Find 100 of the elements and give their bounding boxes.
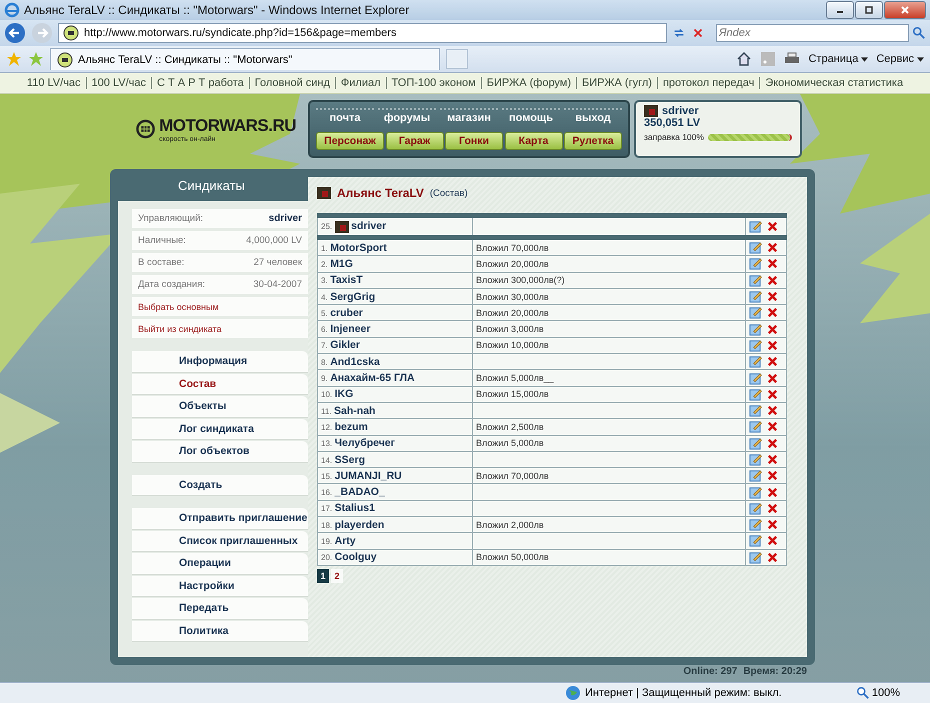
delete-icon[interactable] — [766, 420, 779, 434]
menu-item[interactable]: Лог объектов — [132, 441, 308, 462]
user-name[interactable]: sdriver — [662, 105, 699, 117]
home-icon[interactable] — [736, 51, 752, 67]
edit-icon[interactable] — [749, 241, 762, 254]
top-link[interactable]: протокол передач — [656, 77, 760, 89]
menu-item[interactable]: Политика — [132, 620, 308, 641]
edit-icon[interactable] — [749, 534, 762, 548]
edit-icon[interactable] — [749, 355, 762, 368]
edit-icon[interactable] — [749, 220, 762, 233]
nav-link[interactable]: форумы — [378, 108, 436, 124]
table-cell: 3. TaxisT — [318, 272, 472, 288]
delete-icon[interactable] — [766, 355, 779, 368]
command-menu[interactable]: Страница — [808, 53, 868, 65]
delete-icon[interactable] — [766, 550, 779, 564]
close-icon — [900, 5, 910, 15]
nav-link[interactable]: почта — [316, 108, 374, 124]
info-label: Наличные: — [138, 235, 186, 246]
maximize-button[interactable] — [855, 1, 883, 19]
delete-icon[interactable] — [766, 502, 779, 515]
delete-icon[interactable] — [766, 388, 779, 401]
delete-icon[interactable] — [766, 257, 779, 270]
top-link[interactable]: БИРЖА (гугл) — [576, 77, 657, 89]
refresh-icon[interactable] — [672, 26, 686, 40]
edit-icon[interactable] — [749, 322, 762, 336]
top-link[interactable]: Головной синд — [248, 77, 335, 89]
edit-icon[interactable] — [749, 372, 762, 385]
delete-icon[interactable] — [766, 338, 779, 352]
menu-item[interactable]: Объекты — [132, 396, 308, 416]
menu-item[interactable]: Операции — [132, 553, 308, 574]
menu-item[interactable]: Состав — [132, 374, 308, 394]
nav-button[interactable]: Гараж — [386, 132, 444, 150]
delete-icon[interactable] — [766, 290, 779, 304]
minimize-button[interactable] — [826, 1, 854, 19]
edit-icon[interactable] — [749, 469, 762, 482]
menu-item[interactable]: Отправить приглашение — [132, 508, 308, 528]
nav-button[interactable]: Персонаж — [316, 132, 384, 150]
table-cell: Вложил 5,000лв — [472, 435, 746, 452]
top-link[interactable]: Филиал — [334, 77, 386, 89]
edit-icon[interactable] — [749, 436, 762, 450]
zoom-level[interactable]: 100% — [872, 687, 900, 699]
nav-button[interactable]: Рулетка — [564, 132, 622, 150]
edit-icon[interactable] — [749, 420, 762, 434]
top-link[interactable]: С Т А Р Т работа — [151, 77, 249, 89]
edit-icon[interactable] — [749, 274, 762, 287]
menu-item[interactable]: Информация — [132, 351, 308, 372]
zoom-icon[interactable] — [856, 686, 870, 700]
menu-item[interactable]: Список приглашенных — [132, 530, 308, 551]
nav-button[interactable]: Карта — [504, 132, 562, 150]
nav-link[interactable]: магазин — [440, 108, 498, 124]
delete-icon[interactable] — [766, 322, 779, 336]
top-link[interactable]: ТОП-100 эконом — [386, 77, 481, 89]
delete-icon[interactable] — [766, 404, 779, 418]
back-icon[interactable] — [4, 22, 26, 44]
edit-icon[interactable] — [749, 338, 762, 352]
close-button[interactable] — [884, 1, 926, 19]
delete-icon[interactable] — [766, 534, 779, 548]
top-link[interactable]: 110 LV/час — [22, 77, 86, 89]
action-link[interactable]: Выйти из синдиката — [132, 319, 308, 338]
delete-icon[interactable] — [766, 372, 779, 385]
edit-icon[interactable] — [749, 306, 762, 320]
delete-icon[interactable] — [766, 436, 779, 450]
delete-icon[interactable] — [766, 469, 779, 482]
delete-icon[interactable] — [766, 241, 779, 254]
search-icon[interactable] — [912, 26, 926, 40]
edit-icon[interactable] — [749, 257, 762, 270]
table-cell: Вложил 50,000лв — [472, 549, 746, 566]
delete-icon[interactable] — [766, 518, 779, 532]
edit-icon[interactable] — [749, 404, 762, 418]
menu-item[interactable]: Передать — [132, 598, 308, 618]
page-link[interactable]: 1 — [317, 568, 329, 583]
nav-link[interactable]: помощь — [502, 108, 560, 124]
edit-icon[interactable] — [749, 486, 762, 499]
nav-link[interactable]: выход — [564, 108, 622, 124]
page-link[interactable]: 2 — [331, 568, 343, 583]
delete-icon[interactable] — [766, 220, 779, 233]
action-link[interactable]: Выбрать основным — [132, 297, 308, 316]
edit-icon[interactable] — [749, 550, 762, 564]
delete-icon[interactable] — [766, 306, 779, 320]
top-link[interactable]: 100 LV/час — [86, 77, 151, 89]
delete-icon[interactable] — [766, 274, 779, 287]
menu-item[interactable]: Настройки — [132, 576, 308, 596]
address-field[interactable]: http://www.motorwars.ru/syndicate.php?id=156&page=members — [58, 23, 667, 43]
stop-icon[interactable] — [691, 26, 705, 40]
command-menu[interactable]: Сервис — [876, 53, 924, 65]
nav-button[interactable]: Гонки — [445, 132, 503, 150]
star-icon[interactable] — [6, 51, 22, 67]
top-link[interactable]: Экономическая статистика — [759, 77, 908, 89]
delete-icon[interactable] — [766, 453, 779, 466]
edit-icon[interactable] — [749, 453, 762, 466]
edit-icon[interactable] — [749, 388, 762, 401]
edit-icon[interactable] — [749, 518, 762, 532]
edit-icon[interactable] — [749, 502, 762, 515]
delete-icon[interactable] — [766, 486, 779, 499]
browser-tab[interactable]: Альянс TeraLV :: Синдикаты :: "Motorwars" — [50, 48, 440, 70]
menu-item[interactable]: Лог синдиката — [132, 418, 308, 439]
menu-item[interactable]: Создать — [132, 474, 308, 495]
top-link[interactable]: БИРЖА (форум) — [480, 77, 576, 89]
edit-icon[interactable] — [749, 290, 762, 304]
caret-icon — [917, 56, 924, 62]
